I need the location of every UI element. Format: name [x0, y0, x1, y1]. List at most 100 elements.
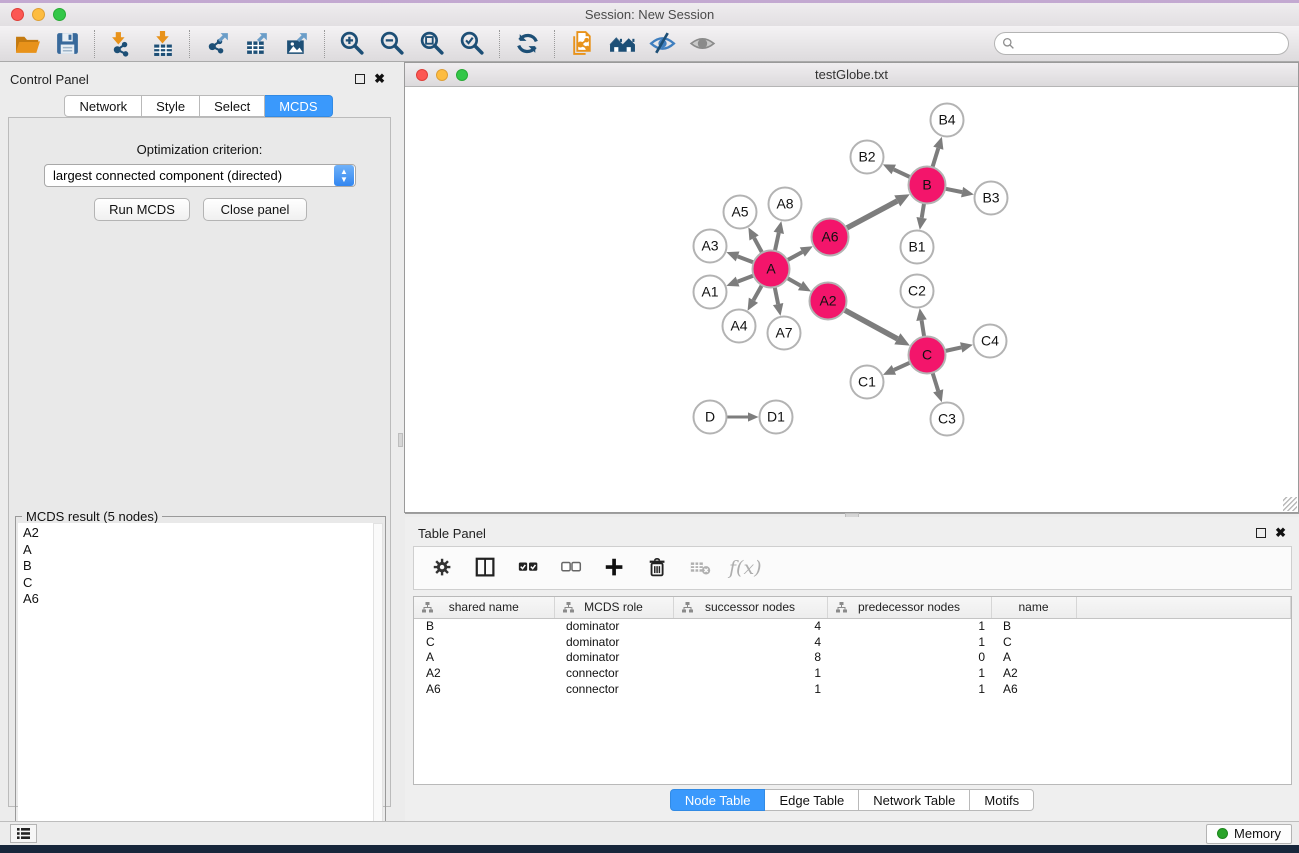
tab-style[interactable]: Style — [142, 95, 200, 117]
graph-edge-A-A2[interactable] — [787, 278, 800, 286]
table-cell: A2 — [414, 665, 554, 681]
tab-select[interactable]: Select — [200, 95, 265, 117]
tab-motifs[interactable]: Motifs — [970, 789, 1034, 811]
home-button[interactable] — [605, 29, 639, 59]
delete-table-button[interactable] — [686, 552, 716, 584]
graph-edge-A-A3[interactable] — [738, 256, 754, 262]
column-type-icon — [835, 601, 848, 614]
graph-edge-C-C2[interactable] — [922, 320, 925, 337]
export-image-button[interactable] — [280, 29, 314, 59]
graph-node-label: A5 — [731, 204, 748, 220]
graph-edge-A-A6[interactable] — [787, 252, 802, 260]
select-all-button[interactable] — [514, 552, 544, 584]
memory-label: Memory — [1234, 826, 1281, 841]
close-panel-button[interactable]: Close panel — [203, 198, 307, 221]
close-panel-icon[interactable]: ✖ — [374, 71, 385, 87]
graph-edge-A-A1[interactable] — [738, 276, 754, 282]
function-builder-button[interactable]: f(x) — [729, 557, 762, 579]
tab-network-table[interactable]: Network Table — [859, 789, 970, 811]
graph-edge-A6-B[interactable] — [846, 201, 897, 228]
search-box[interactable] — [994, 32, 1289, 55]
search-input[interactable] — [1015, 33, 1288, 54]
dropdown-stepper-icon: ▲▼ — [334, 165, 354, 186]
refresh-button[interactable] — [510, 29, 544, 59]
optimization-criterion-dropdown[interactable]: largest connected component (directed) ▲… — [44, 164, 356, 187]
column-header-shared-name[interactable]: shared name — [414, 597, 554, 618]
new-network-from-selection-button[interactable] — [565, 29, 599, 59]
table-cell: C — [414, 634, 554, 650]
graph-edge-B-B2[interactable] — [894, 169, 911, 177]
graph-edge-A-A7[interactable] — [775, 287, 778, 304]
result-list-item[interactable]: A — [18, 542, 373, 559]
resize-grip-icon[interactable] — [1283, 497, 1297, 511]
run-mcds-button[interactable]: Run MCDS — [94, 198, 190, 221]
optimization-criterion-label: Optimization criterion: — [9, 142, 390, 157]
export-table-button[interactable] — [240, 29, 274, 59]
table-row[interactable]: Adominator80A — [414, 650, 1291, 666]
task-history-button[interactable] — [10, 824, 37, 843]
tab-node-table[interactable]: Node Table — [670, 789, 766, 811]
table-row[interactable]: A6connector11A6 — [414, 681, 1291, 697]
graph-edge-A2-C[interactable] — [844, 310, 897, 339]
zoom-selected-button[interactable] — [455, 29, 489, 59]
zoom-in-icon — [339, 30, 366, 57]
open-folder-button[interactable] — [10, 29, 44, 59]
graph-edge-C-C3[interactable] — [933, 373, 939, 391]
unselect-all-button[interactable] — [557, 552, 587, 584]
table-cell: A6 — [414, 681, 554, 697]
network-window-titlebar[interactable]: testGlobe.txt — [405, 63, 1298, 87]
delete-button[interactable] — [643, 552, 673, 584]
zoom-in-button[interactable] — [335, 29, 369, 59]
hide-graphics-details-button[interactable] — [645, 29, 679, 59]
column-header-predecessor-nodes[interactable]: predecessor nodes — [827, 597, 991, 618]
float-panel-icon[interactable] — [1256, 528, 1266, 538]
table-cell: 4 — [673, 634, 827, 650]
zoom-out-button[interactable] — [375, 29, 409, 59]
result-list-item[interactable]: A2 — [18, 525, 373, 542]
graph-edge-A-A4[interactable] — [753, 285, 762, 300]
float-panel-icon[interactable] — [355, 74, 365, 84]
gear-icon — [431, 556, 455, 580]
table-row[interactable]: Cdominator41C — [414, 634, 1291, 650]
zoom-fit-icon — [419, 30, 446, 57]
add-button[interactable] — [600, 552, 630, 584]
graph-node-label: C2 — [908, 283, 926, 299]
graph-node-label: D1 — [767, 409, 785, 425]
result-list-item[interactable]: C — [18, 575, 373, 592]
tab-edge-table[interactable]: Edge Table — [765, 789, 859, 811]
show-graphics-details-button[interactable] — [685, 29, 719, 59]
graph-edge-C-C4[interactable] — [945, 347, 961, 351]
graph-edge-B-B3[interactable] — [945, 189, 962, 192]
splitter-grip[interactable] — [398, 433, 403, 447]
column-header-name[interactable]: name — [991, 597, 1076, 618]
graph-edge-C-C1[interactable] — [894, 363, 910, 370]
column-header-MCDS-role[interactable]: MCDS role — [554, 597, 673, 618]
result-scrollbar[interactable] — [373, 523, 383, 853]
mcds-result-list[interactable]: A2ABCA6 — [18, 523, 373, 853]
table-row[interactable]: Bdominator41B — [414, 618, 1291, 634]
tab-mcds[interactable]: MCDS — [265, 95, 332, 117]
columns-button[interactable] — [471, 552, 501, 584]
zoom-fit-button[interactable] — [415, 29, 449, 59]
column-type-icon — [681, 601, 694, 614]
result-list-item[interactable]: B — [18, 558, 373, 575]
column-header-successor-nodes[interactable]: successor nodes — [673, 597, 827, 618]
tab-network[interactable]: Network — [64, 95, 142, 117]
import-table-button[interactable] — [145, 29, 179, 59]
graph-edge-B-B4[interactable] — [932, 148, 938, 167]
graph-edge-B-B1[interactable] — [922, 203, 924, 218]
save-button[interactable] — [50, 29, 84, 59]
gear-button[interactable] — [428, 552, 458, 584]
graph-edge-A-A5[interactable] — [754, 238, 762, 253]
export-network-button[interactable] — [200, 29, 234, 59]
network-canvas[interactable]: B4B2BB3A5A8A6B1A3AC2A1A2A4A7C4CC1C3DD1 — [405, 87, 1298, 512]
memory-button[interactable]: Memory — [1206, 824, 1292, 844]
graph-edge-arrowhead — [916, 217, 926, 230]
table-cell: B — [991, 618, 1076, 634]
graph-edge-A-A8[interactable] — [775, 233, 779, 251]
table-row[interactable]: A2connector11A2 — [414, 665, 1291, 681]
result-list-item[interactable]: A6 — [18, 591, 373, 608]
close-panel-icon[interactable]: ✖ — [1275, 525, 1286, 541]
memory-status-icon — [1217, 828, 1228, 839]
import-network-button[interactable] — [105, 29, 139, 59]
